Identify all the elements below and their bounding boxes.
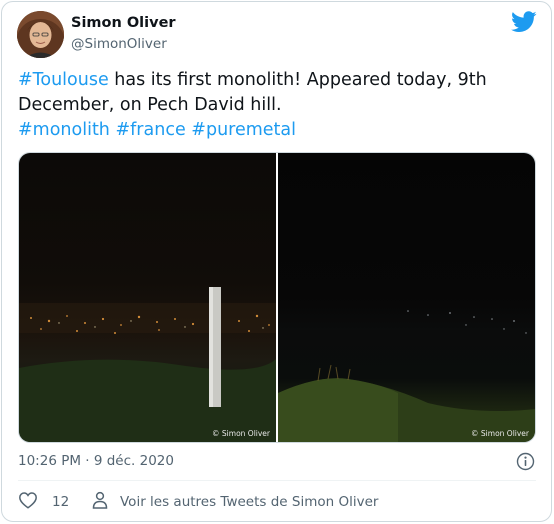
author-name[interactable]: Simon Oliver	[71, 15, 176, 31]
more-tweets-link[interactable]: Voir les autres Tweets de Simon Oliver	[92, 490, 378, 514]
twitter-bird-icon[interactable]	[511, 11, 537, 37]
tweet-text-line-2: December, on Pech David hill.	[18, 95, 282, 115]
more-tweets-label: Voir les autres Tweets de Simon Oliver	[120, 494, 379, 510]
photo-credit: © Simon Oliver	[212, 429, 270, 438]
tweet-timestamp[interactable]: 10:26 PM · 9 déc. 2020	[18, 453, 174, 469]
photo-hilltop-night-view[interactable]: © Simon Oliver	[278, 153, 535, 442]
hashtag-link[interactable]: #puremetal	[191, 120, 296, 140]
photo-credit: © Simon Oliver	[471, 429, 529, 438]
tweet-text: #Toulouse has its first monolith! Appear…	[18, 68, 538, 143]
like-count: 12	[52, 494, 70, 510]
hashtag-link[interactable]: #france	[115, 120, 185, 140]
footer-divider	[18, 480, 536, 481]
tweet-text-segment: has its first monolith! Appeared today, …	[108, 70, 487, 90]
person-icon	[92, 491, 108, 513]
like-button[interactable]: 12	[18, 490, 69, 514]
hashtag-link[interactable]: #Toulouse	[18, 70, 109, 90]
photo-monolith-city-lights[interactable]: © Simon Oliver	[19, 153, 276, 442]
tweet-text-line-3: #monolith #france #puremetal	[18, 118, 538, 143]
tweet-text-line-1: #Toulouse has its first monolith! Appear…	[18, 68, 538, 93]
info-icon[interactable]	[516, 452, 535, 471]
media-grid: © Simon Oliver © Simon Oliver	[18, 152, 536, 443]
avatar[interactable]	[17, 11, 64, 58]
author-handle[interactable]: @SimonOliver	[71, 36, 167, 52]
heart-icon	[18, 491, 38, 513]
hashtag-link[interactable]: #monolith	[18, 120, 110, 140]
